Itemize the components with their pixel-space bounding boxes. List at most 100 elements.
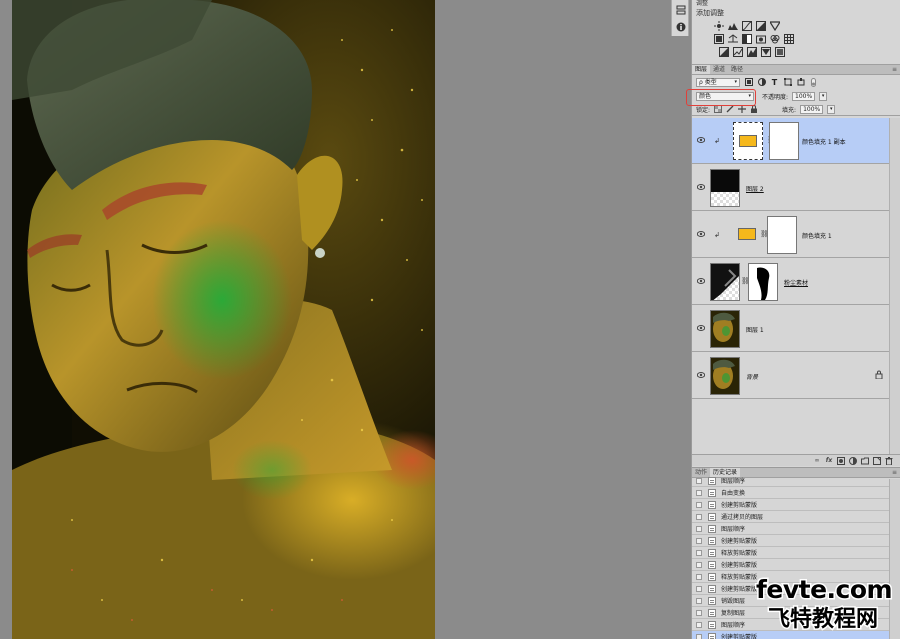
new-layer-icon[interactable]	[873, 456, 881, 465]
eye-icon[interactable]	[697, 278, 705, 284]
add-mask-icon[interactable]	[837, 456, 845, 465]
history-item[interactable]: 复制图层	[692, 607, 889, 619]
hue-saturation-icon[interactable]	[714, 34, 724, 44]
fill-input[interactable]: 100%	[800, 104, 824, 114]
history-snapshot-checkbox[interactable]	[696, 609, 702, 616]
history-item[interactable]: 释放剪贴蒙版	[692, 571, 889, 583]
history-item[interactable]: 图层顺序	[692, 523, 889, 535]
opacity-dropdown-button[interactable]: ▾	[819, 91, 828, 101]
panel-menu-icon[interactable]: ≡	[892, 469, 897, 476]
layer-row[interactable]: 背景	[692, 353, 889, 399]
history-snapshot-checkbox[interactable]	[696, 561, 702, 568]
history-item[interactable]: 销毁图层	[692, 595, 889, 607]
photo-filter-icon[interactable]	[756, 34, 766, 44]
layer-row[interactable]: ↲ ⛓ 颜色填充 1 副本	[692, 118, 889, 164]
channel-mixer-icon[interactable]	[770, 34, 780, 44]
posterize-icon[interactable]	[733, 47, 743, 57]
history-item[interactable]: 图层顺序	[692, 475, 889, 487]
history-snapshot-checkbox[interactable]	[696, 525, 702, 532]
adjustments-panel-button[interactable]	[674, 3, 688, 17]
delete-layer-icon[interactable]	[885, 456, 893, 465]
filter-toggle-icon[interactable]	[809, 77, 818, 87]
lock-position-icon[interactable]	[738, 105, 747, 113]
layer-mask-thumbnail[interactable]	[748, 263, 778, 301]
color-lookup-icon[interactable]	[784, 34, 794, 44]
layer-filter-kind-select[interactable]: ρ 类型 ▾	[696, 77, 740, 87]
lock-pixels-icon[interactable]	[726, 105, 734, 113]
tab-channels[interactable]: 通道	[710, 65, 728, 74]
fill-dropdown-button[interactable]: ▾	[827, 104, 836, 114]
lock-all-icon[interactable]	[750, 105, 758, 113]
filter-type-icon[interactable]: T	[770, 78, 779, 87]
exposure-icon[interactable]	[756, 21, 766, 31]
link-layers-icon[interactable]: ∞	[813, 457, 821, 465]
layer-thumbnail[interactable]	[710, 263, 740, 301]
history-snapshot-checkbox[interactable]	[696, 633, 702, 639]
document-canvas[interactable]	[12, 0, 435, 639]
black-white-icon[interactable]	[742, 34, 752, 44]
layer-mask-thumbnail[interactable]	[769, 122, 799, 160]
threshold-icon[interactable]	[747, 47, 757, 57]
layer-row[interactable]: ⛓ 粉尘素材	[692, 259, 889, 305]
panel-menu-icon[interactable]: ≡	[892, 66, 897, 73]
eye-icon[interactable]	[697, 137, 705, 143]
layer-name[interactable]: 背景	[746, 372, 758, 381]
eye-icon[interactable]	[697, 372, 705, 378]
curves-icon[interactable]	[742, 21, 752, 31]
history-item[interactable]: 创建剪贴蒙版	[692, 535, 889, 547]
filter-adjustment-icon[interactable]	[757, 78, 766, 87]
history-item[interactable]: 创建剪贴蒙版	[692, 631, 889, 639]
eye-icon[interactable]	[697, 325, 705, 331]
filter-shape-icon[interactable]	[783, 78, 792, 87]
layer-row[interactable]: ↲ ⛓ 颜色填充 1	[692, 212, 889, 258]
history-item[interactable]: 自由变换	[692, 487, 889, 499]
selective-color-icon[interactable]	[761, 47, 771, 57]
history-snapshot-checkbox[interactable]	[696, 597, 702, 604]
history-snapshot-checkbox[interactable]	[696, 489, 702, 496]
layer-name[interactable]: 图层 1	[746, 325, 764, 334]
history-item[interactable]: 释放剪贴蒙版	[692, 547, 889, 559]
brightness-contrast-icon[interactable]	[714, 21, 724, 31]
history-snapshot-checkbox[interactable]	[696, 513, 702, 520]
layer-name[interactable]: 颜色填充 1 副本	[802, 137, 846, 146]
layer-name[interactable]: 图层 2	[746, 184, 764, 193]
history-item[interactable]: 创建剪贴蒙版	[692, 559, 889, 571]
layer-style-fx-icon[interactable]: fx	[825, 457, 833, 465]
opacity-input[interactable]: 100%	[792, 91, 816, 101]
lock-transparent-icon[interactable]	[714, 105, 723, 113]
color-balance-icon[interactable]	[728, 34, 738, 44]
tab-paths[interactable]: 路径	[728, 65, 746, 74]
eye-icon[interactable]	[697, 184, 705, 190]
history-item[interactable]: 创建剪贴蒙版	[692, 583, 889, 595]
history-snapshot-checkbox[interactable]	[696, 573, 702, 580]
layer-row[interactable]: 图层 2	[692, 165, 889, 211]
new-adjustment-layer-icon[interactable]	[849, 456, 857, 465]
levels-icon[interactable]	[728, 21, 738, 31]
filter-smart-object-icon[interactable]	[796, 78, 805, 87]
history-snapshot-checkbox[interactable]	[696, 585, 702, 592]
layer-name[interactable]: 粉尘素材	[784, 278, 808, 287]
layer-thumbnail[interactable]	[710, 357, 740, 395]
layer-thumbnail[interactable]	[710, 169, 740, 207]
layer-row[interactable]: 图层 1	[692, 306, 889, 352]
eye-icon[interactable]	[697, 231, 705, 237]
layer-thumbnail[interactable]	[733, 216, 763, 254]
history-snapshot-checkbox[interactable]	[696, 621, 702, 628]
filter-pixel-icon[interactable]	[744, 78, 753, 87]
new-group-icon[interactable]	[861, 457, 869, 465]
tab-layers[interactable]: 图层	[692, 65, 711, 74]
info-panel-button[interactable]	[674, 20, 688, 34]
layer-thumbnail[interactable]	[710, 310, 740, 348]
layer-mask-thumbnail[interactable]	[767, 216, 797, 254]
history-snapshot-checkbox[interactable]	[696, 501, 702, 508]
history-item[interactable]: 图层顺序	[692, 619, 889, 631]
history-snapshot-checkbox[interactable]	[696, 537, 702, 544]
history-snapshot-checkbox[interactable]	[696, 549, 702, 556]
vibrance-icon[interactable]	[770, 21, 780, 31]
layers-scrollbar[interactable]	[889, 118, 900, 463]
history-item[interactable]: 创建剪贴蒙版	[692, 499, 889, 511]
history-scrollbar[interactable]	[889, 479, 900, 639]
layer-thumbnail[interactable]	[733, 122, 763, 160]
invert-icon[interactable]	[719, 47, 729, 57]
layer-name[interactable]: 颜色填充 1	[802, 231, 832, 240]
